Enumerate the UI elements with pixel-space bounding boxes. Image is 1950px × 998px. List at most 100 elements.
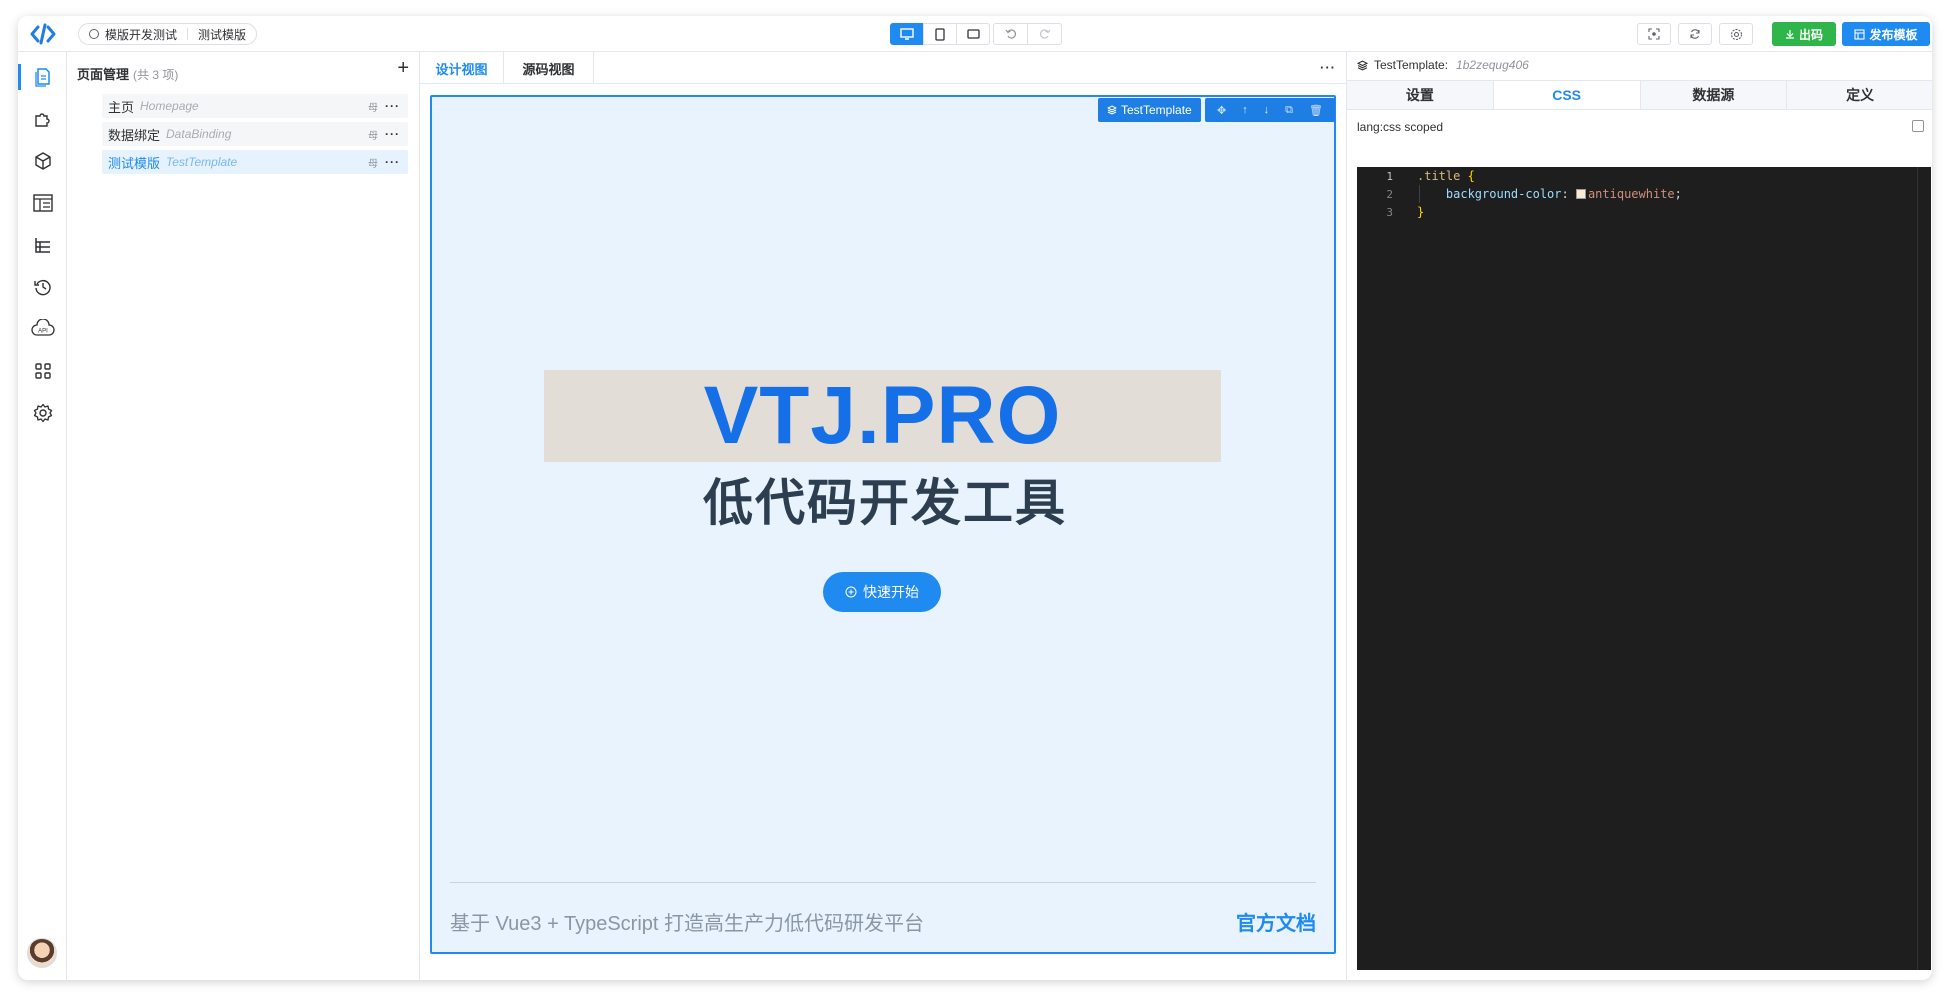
code-text: background-color: antiquewhite; — [1445, 187, 1682, 201]
move-icon[interactable]: ✥ — [1217, 104, 1226, 117]
panel-title: 页面管理 (共 3 项) — [77, 64, 178, 83]
rail-pages[interactable] — [18, 60, 67, 94]
save-icon[interactable] — [1912, 120, 1924, 132]
rail-apps[interactable] — [18, 354, 67, 388]
line-number: 1 — [1386, 169, 1393, 183]
undo-icon — [1005, 29, 1016, 39]
template-badge: 母 — [368, 158, 378, 170]
redo-button[interactable] — [1027, 23, 1062, 45]
delete-icon[interactable]: 🗑 — [1309, 104, 1323, 117]
footer-description: 基于 Vue3 + TypeScript 打造高生产力低代码研发平台 — [450, 913, 924, 935]
quick-start-label: 快速开始 — [863, 584, 919, 600]
hero-title: VTJ.PRO — [703, 370, 1062, 461]
device-switcher — [890, 23, 990, 45]
rail-settings[interactable] — [18, 396, 67, 430]
component-name: TestTemplate: — [1374, 58, 1449, 72]
publish-template-button[interactable]: 发布模板 — [1842, 22, 1930, 46]
page-item-testtemplate[interactable]: 测试模版 TestTemplate 母 ··· — [102, 150, 408, 174]
editor-scrollbar[interactable] — [1917, 167, 1931, 970]
template-badge: 母 — [368, 130, 378, 142]
page-id: DataBinding — [166, 127, 232, 141]
page-count: (共 3 项) — [133, 68, 179, 82]
design-canvas[interactable]: TestTemplate ✥ ↑ ↓ ⧉ 🗑 VTJ.PRO 低代码开发工具 快… — [430, 95, 1336, 954]
layout-icon — [32, 194, 53, 212]
svg-text:API: API — [38, 329, 48, 335]
rail-templates[interactable] — [18, 186, 67, 220]
arrow-down-icon[interactable]: ↓ — [1264, 104, 1270, 116]
rail-components[interactable] — [18, 102, 67, 136]
css-selector: .title — [1417, 169, 1461, 183]
breadcrumb-project[interactable]: 模版开发测试 — [105, 26, 177, 43]
more-icon[interactable]: ··· — [385, 99, 400, 113]
app-window: 模版开发测试 测试模版 出码 发布模板 API 页面管理 (共 3 项) + 主… — [18, 16, 1932, 980]
footer-divider — [450, 882, 1316, 883]
title-block[interactable]: VTJ.PRO — [544, 370, 1221, 462]
apps-icon — [34, 363, 51, 379]
layers-icon — [1107, 105, 1117, 115]
config-button[interactable] — [1719, 23, 1753, 45]
tab-settings[interactable]: 设置 — [1347, 81, 1494, 109]
hero-subtitle: 低代码开发工具 — [703, 474, 1067, 532]
rail-outline[interactable] — [18, 228, 67, 262]
breadcrumb-file[interactable]: 测试模版 — [198, 26, 246, 43]
breadcrumb[interactable]: 模版开发测试 测试模版 — [78, 23, 258, 45]
top-toolbar: 模版开发测试 测试模版 出码 发布模板 — [18, 16, 1932, 52]
selected-component-name: TestTemplate — [1121, 103, 1192, 117]
quick-start-button[interactable]: 快速开始 — [823, 572, 941, 612]
screenshot-button[interactable] — [1637, 23, 1671, 45]
css-brace: { — [1467, 169, 1475, 183]
page-name: 主页 — [108, 99, 135, 115]
template-icon — [1854, 28, 1866, 40]
page-name: 测试模版 — [108, 155, 161, 171]
rail-blocks[interactable] — [18, 144, 67, 178]
code-line: 1 .title { — [1357, 167, 1931, 185]
selected-component-tag[interactable]: TestTemplate — [1098, 98, 1201, 122]
tab-definition[interactable]: 定义 — [1787, 81, 1932, 109]
selection-toolbar: ✥ ↑ ↓ ⧉ 🗑 — [1205, 98, 1335, 122]
rail-history[interactable] — [18, 270, 67, 304]
copy-icon[interactable]: ⧉ — [1285, 104, 1293, 117]
docs-link[interactable]: 官方文档 — [1236, 907, 1316, 936]
rail-api[interactable]: API — [18, 312, 67, 346]
page-item-homepage[interactable]: 主页 Homepage 母 ··· — [102, 94, 408, 118]
page-item-databinding[interactable]: 数据绑定 DataBinding 母 ··· — [102, 122, 408, 146]
page-id: TestTemplate — [166, 155, 238, 169]
redo-icon — [1039, 29, 1050, 39]
desktop-view-button[interactable] — [890, 23, 924, 45]
activity-rail: API — [18, 52, 67, 980]
designer-area: 设计视图 源码视图 ··· TestTemplate ✥ ↑ ↓ ⧉ 🗑 VTJ… — [420, 52, 1346, 980]
more-icon[interactable]: ··· — [385, 127, 400, 141]
vtj-logo-icon[interactable] — [30, 22, 56, 46]
css-value: antiquewhite — [1587, 187, 1675, 201]
refresh-button[interactable] — [1678, 23, 1712, 45]
view-tabs: 设计视图 源码视图 ··· — [420, 52, 1346, 84]
user-avatar[interactable] — [27, 938, 57, 968]
landscape-view-button[interactable] — [956, 23, 990, 45]
undo-button[interactable] — [993, 23, 1028, 45]
tablet-view-button[interactable] — [923, 23, 957, 45]
more-icon[interactable]: ··· — [385, 155, 400, 169]
add-page-button[interactable]: + — [397, 58, 409, 78]
css-property: background-color — [1445, 187, 1562, 201]
page-list: 主页 Homepage 母 ··· 数据绑定 DataBinding 母 ···… — [102, 94, 408, 178]
focus-icon — [1648, 28, 1660, 40]
color-swatch[interactable] — [1575, 189, 1586, 199]
arrow-up-icon[interactable]: ↑ — [1242, 104, 1248, 116]
more-icon[interactable]: ··· — [1320, 60, 1336, 75]
tab-css[interactable]: CSS — [1493, 81, 1641, 109]
css-code-editor[interactable]: 1 .title { 2 background-color: antiquewh… — [1357, 167, 1931, 970]
tree-icon — [34, 238, 50, 253]
tab-design-view[interactable]: 设计视图 — [420, 52, 504, 84]
line-number: 2 — [1386, 187, 1393, 201]
mobile-icon — [935, 27, 945, 41]
export-code-button[interactable]: 出码 — [1772, 22, 1836, 46]
tab-datasource[interactable]: 数据源 — [1640, 81, 1788, 109]
page-management-panel: 页面管理 (共 3 项) + 主页 Homepage 母 ··· 数据绑定 Dat… — [67, 52, 420, 980]
download-icon — [1785, 30, 1794, 39]
tab-source-view[interactable]: 源码视图 — [504, 52, 594, 84]
puzzle-icon — [34, 113, 50, 127]
template-badge: 母 — [368, 102, 378, 114]
refresh-icon — [1690, 29, 1700, 39]
project-icon — [89, 29, 99, 39]
publish-template-label: 发布模板 — [1869, 27, 1918, 42]
